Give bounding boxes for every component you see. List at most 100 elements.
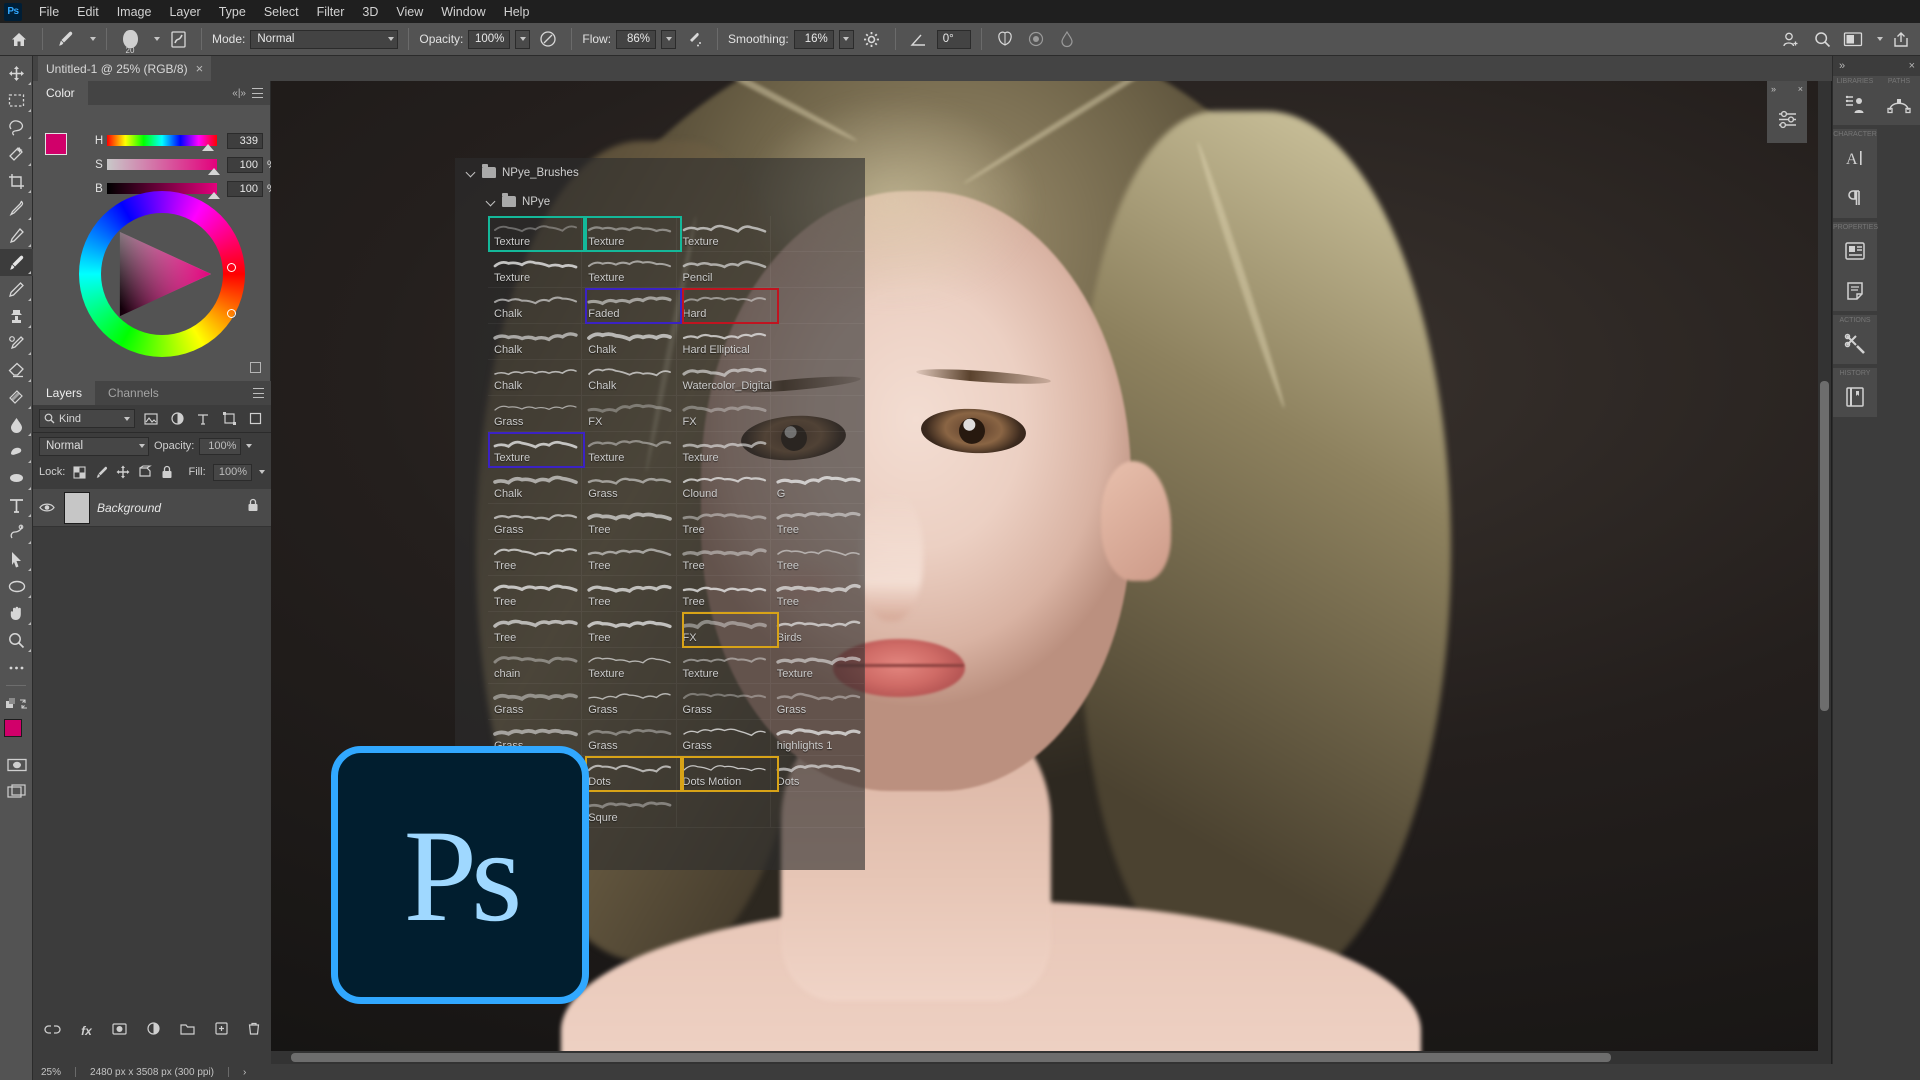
clone-stamp-tool[interactable] [0, 303, 33, 330]
tablet-pressure-size-icon[interactable] [1023, 27, 1049, 51]
brush-preset-cell[interactable]: Chalk [488, 468, 583, 504]
brush-preset-cell[interactable]: Tree [582, 540, 677, 576]
lock-image-pixels-icon[interactable] [94, 464, 109, 480]
brush-preset-cell[interactable]: Tree [488, 576, 583, 612]
history-icon[interactable] [1833, 377, 1877, 417]
panel-options-menu-icon[interactable] [253, 388, 264, 398]
brush-preset-cell[interactable]: highlights 1 [770, 720, 865, 756]
brush-preset-cell[interactable]: Chalk [488, 288, 583, 324]
flow-dropdown-button[interactable] [661, 29, 677, 49]
pencil-tool[interactable] [0, 276, 33, 303]
flow-input[interactable]: 86% [616, 29, 657, 49]
brush-preset-cell[interactable]: Texture [770, 648, 865, 684]
lock-icon[interactable] [247, 498, 259, 517]
lock-position-icon[interactable] [116, 464, 131, 480]
opacity-dropdown-button[interactable] [515, 29, 531, 49]
brush-tool[interactable] [0, 249, 33, 276]
type-layer-filter-icon[interactable] [193, 409, 213, 428]
blend-mode-select[interactable]: Normal [250, 29, 399, 49]
brush-preset-cell[interactable]: Clound [676, 468, 771, 504]
brush-preset-cell[interactable]: Texture [676, 648, 771, 684]
brush-preset-cell[interactable]: Tree [676, 504, 771, 540]
hand-tool[interactable] [0, 600, 33, 627]
blur-tool[interactable] [0, 411, 33, 438]
brush-preset-cell[interactable]: Faded [582, 288, 677, 324]
foreground-background-color-swatches[interactable] [0, 717, 33, 751]
link-layers-icon[interactable] [44, 1022, 61, 1040]
menu-3d[interactable]: 3D [353, 2, 387, 22]
lock-artboard-nesting-icon[interactable] [138, 464, 153, 480]
brush-preset-cell[interactable]: FX [582, 396, 677, 432]
brush-preset-panel-icon[interactable] [165, 27, 191, 51]
hue-value[interactable]: 339 [227, 132, 263, 149]
character-icon[interactable]: A [1833, 138, 1877, 178]
floating-brush-settings-panel[interactable]: » × [1767, 81, 1807, 143]
color-panel-foreground-swatch[interactable] [45, 133, 67, 155]
rectangular-marquee-tool[interactable] [0, 87, 33, 114]
hue-slider-thumb[interactable] [202, 144, 214, 151]
color-panel-swatches[interactable] [45, 133, 79, 167]
brush-preset-cell[interactable]: Grass [676, 684, 771, 720]
notes-icon[interactable] [1833, 271, 1877, 311]
brush-preset-cell[interactable]: Chalk [488, 324, 583, 360]
color-wheel[interactable] [79, 191, 245, 357]
brush-preset-cell[interactable]: Grass [488, 684, 583, 720]
menu-image[interactable]: Image [108, 2, 161, 22]
brush-preset-cell[interactable] [770, 216, 865, 252]
brush-preset-cell[interactable] [770, 396, 865, 432]
pressure-opacity-icon[interactable] [535, 27, 561, 51]
brush-preset-cell[interactable]: Tree [676, 576, 771, 612]
brush-preset-picker-chevron-icon[interactable] [154, 37, 160, 41]
screen-mode-icon[interactable] [0, 778, 33, 805]
brush-angle-icon[interactable] [906, 27, 932, 51]
brush-preset-cell[interactable]: FX [676, 612, 771, 648]
new-adjustment-layer-icon[interactable] [147, 1022, 160, 1040]
menu-filter[interactable]: Filter [308, 2, 354, 22]
brush-preset-cell[interactable] [770, 252, 865, 288]
brush-preset-cell[interactable]: Squre [582, 792, 677, 828]
brush-preset-cell[interactable]: Hard [676, 288, 771, 324]
saturation-brightness-triangle[interactable] [113, 225, 211, 323]
canvas-vertical-scroll-thumb[interactable] [1820, 381, 1829, 711]
workspace-icon[interactable] [1840, 27, 1866, 51]
saturation-value[interactable]: 100 [227, 156, 263, 173]
default-colors-and-swap-icons[interactable] [0, 690, 33, 717]
menu-edit[interactable]: Edit [68, 2, 108, 22]
tab-channels[interactable]: Channels [95, 381, 172, 405]
brush-preset-cell[interactable]: Dots [770, 756, 865, 792]
brush-preset-cell[interactable] [770, 432, 865, 468]
brush-preset-cell[interactable]: Grass [582, 720, 677, 756]
brush-preset-cell[interactable]: Texture [488, 216, 583, 252]
home-icon[interactable] [6, 27, 32, 51]
brush-preset-cell[interactable]: Tree [676, 540, 771, 576]
saturation-slider[interactable] [107, 159, 220, 175]
crop-tool[interactable] [0, 168, 33, 195]
color-ramp-toggle-icon[interactable] [250, 362, 261, 373]
delete-layer-icon[interactable] [248, 1022, 260, 1040]
adjustment-layer-filter-icon[interactable] [167, 409, 187, 428]
layer-opacity-input[interactable]: 100% [199, 437, 242, 455]
brush-preset-cell[interactable]: Texture [582, 252, 677, 288]
brush-preset-cell[interactable]: Chalk [488, 360, 583, 396]
menu-layer[interactable]: Layer [160, 2, 209, 22]
panel-options-menu-icon[interactable] [252, 88, 263, 98]
actions-icon[interactable] [1833, 324, 1877, 364]
pen-tool[interactable] [0, 465, 33, 492]
move-arrow-tool[interactable] [0, 546, 33, 573]
canvas-horizontal-scrollbar[interactable] [271, 1051, 1831, 1064]
lasso-tool[interactable] [0, 114, 33, 141]
artboard[interactable]: NPye_Brushes NPye Texture Texture Texture T… [271, 81, 1831, 1051]
object-selection-tool[interactable] [0, 141, 33, 168]
zoom-level[interactable]: 25% [41, 1067, 61, 1078]
tab-layers[interactable]: Layers [33, 381, 96, 405]
brush-preset-cell[interactable]: Grass [582, 468, 677, 504]
dodge-tool[interactable] [0, 438, 33, 465]
layer-blend-mode-select[interactable]: Normal [39, 436, 149, 456]
brush-angle-input[interactable]: 0° [936, 29, 971, 49]
tablet-pressure-opacity-icon[interactable] [1054, 27, 1080, 51]
brush-preset-cell[interactable]: Texture [488, 252, 583, 288]
brush-preset-cell[interactable]: Tree [488, 612, 583, 648]
paths-icon[interactable] [1877, 85, 1920, 125]
layer-fill-input[interactable]: 100% [212, 463, 253, 481]
smoothing-input[interactable]: 16% [793, 29, 834, 49]
